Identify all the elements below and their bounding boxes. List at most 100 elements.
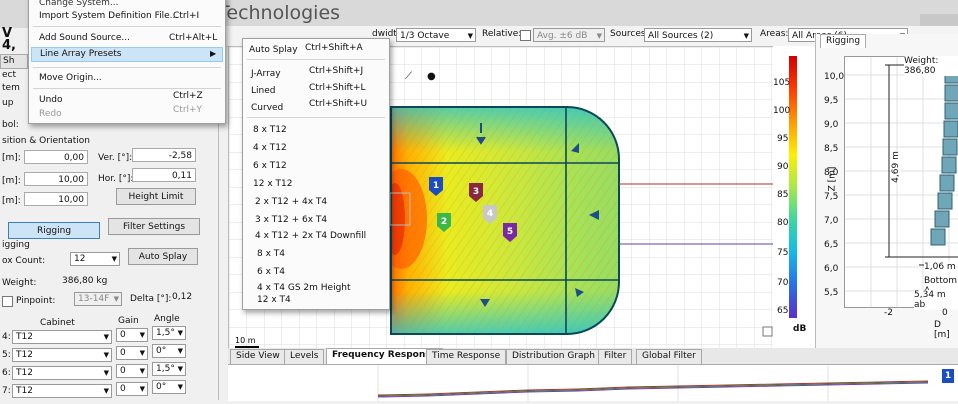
tab-distribution-graph[interactable]: Distribution Graph [506,349,601,365]
rigging-tab-label: Rigging [825,36,861,46]
box-count-value: 12 [74,254,86,264]
cabinet-value: T12 [16,386,33,396]
height-limit-button[interactable]: Height Limit [116,188,196,205]
side-tab[interactable]: Sh [0,54,28,69]
weight-value: 386,80 kg [62,276,108,286]
menu-item-preset[interactable]: 4 x T12 + 2x T4 Downfill [255,231,366,241]
position-y-field[interactable]: 10,00 [24,172,88,186]
menu-item-preset[interactable]: 6 x T12 [253,161,287,171]
menu-item-preset[interactable]: 4 x T4 GS 2m Height [257,283,351,293]
menu-item-preset[interactable]: 8 x T12 [253,125,287,135]
pinpoint-checkbox[interactable] [2,296,13,307]
delta-value: 0,12 [172,292,193,302]
menu-item-undo[interactable]: Undo [39,95,63,105]
row-index: 5: [2,350,11,360]
menu-separator [247,59,385,60]
menu-item-auto-splay[interactable]: Auto Splay [249,45,298,55]
gain-value: 0 [120,348,126,358]
angle-select[interactable]: 1,5° ▼ [152,326,186,340]
line-tool-icon[interactable]: ⟋ [405,71,412,82]
shortcut-undo: Ctrl+Z [173,91,203,101]
rigging-panel: Rigging Weight: 386,80 Z [m] 10,0 9,5 9,… [815,34,958,348]
header-bottom: 4, [2,38,16,53]
side-tab-label: Sh [3,56,15,66]
ver-label: Ver. [°]: [98,153,133,163]
rigging-button[interactable]: Rigging [8,222,100,239]
menu-item-preset[interactable]: 8 x T4 [257,249,285,259]
relative-checkbox[interactable] [520,30,531,41]
angle-header: Angle [154,314,180,324]
menu-separator [33,26,221,27]
avg-select[interactable]: Avg. ±6 dB ▼ [533,28,605,42]
depth-dimension: 1,06 m [924,262,956,272]
angle-select[interactable]: 0° ▼ [152,344,186,358]
box-count-label: ox Count: [2,256,46,266]
row-index: 6: [2,368,11,378]
tab-filter[interactable]: Filter [598,349,633,365]
menu-item-import-system[interactable]: Import System Definition File... [39,11,178,21]
y-tick: 6,0 [824,264,839,274]
menu-item-preset[interactable]: 12 x T12 [253,179,292,189]
colorbar-tick: 70 [777,278,789,288]
menu-item-preset[interactable]: 6 x T4 [257,267,285,277]
gain-select[interactable]: 0 ▼ [116,382,148,396]
angle-select[interactable]: 1,5° ▼ [152,362,186,376]
cabinet-value: T12 [16,350,33,360]
frequency-response-graph[interactable]: 1 [228,364,958,401]
menu-item-lined[interactable]: Lined [251,86,275,96]
source-marker-label: 4 [487,209,493,219]
weight-label: Weight: [2,278,37,288]
menu-item-move-origin[interactable]: Move Origin... [39,73,102,83]
gain-select[interactable]: 0 ▼ [116,364,148,378]
bandwidth-select[interactable]: 1/3 Octave ▼ [396,28,476,42]
pinpoint-label: Pinpoint: [16,296,56,306]
menu-item-change-system[interactable]: Change System... [39,0,118,8]
menu-item-line-array-presets[interactable]: Line Array Presets ▶ [31,47,223,62]
box-count-select[interactable]: 12 ▼ [70,252,120,266]
source-marker-label: 5 [507,227,513,237]
position-z-field[interactable]: 10,00 [24,192,88,206]
cabinet-select[interactable]: T12 ▼ [12,348,112,362]
tab-levels[interactable]: Levels [284,349,325,365]
row2-label: [m]: [2,176,21,186]
menu-item-preset[interactable]: 3 x T12 + 6x T4 [255,215,327,225]
position-x-field[interactable]: 0,00 [24,150,88,164]
source-marker[interactable]: 1 [942,369,954,383]
cabinet-select[interactable]: T12 ▼ [12,330,112,344]
marker-tool-icon[interactable]: ● [427,71,436,82]
menu-item-curved[interactable]: Curved [251,103,283,113]
app-title: Technologies [218,2,341,24]
colorbar-tick: 95 [777,134,789,144]
horizontal-angle-field[interactable]: 0,11 [132,168,196,182]
chevron-down-icon: ▼ [139,385,145,393]
angle-select[interactable]: 0° ▼ [152,380,186,394]
menu-item-preset[interactable]: 2 x T12 + 4x T4 [255,197,327,207]
y-tick: 9,0 [824,120,839,130]
pinpoint-select[interactable]: 13-14F ▼ [74,292,122,306]
row3-label: [m]: [2,196,21,206]
gain-select[interactable]: 0 ▼ [116,346,148,360]
cabinet-select[interactable]: T12 ▼ [12,384,112,398]
chevron-down-icon: ▼ [103,369,109,377]
vertical-angle-field[interactable]: -2,58 [132,148,196,162]
tab-global-filter[interactable]: Global Filter [636,349,702,365]
tab-side-view[interactable]: Side View [230,349,286,365]
row1-label: [m]: [2,153,21,163]
auto-splay-button[interactable]: Auto Splay [128,248,198,265]
y-tick: 8,0 [824,168,839,178]
sources-select[interactable]: All Sources (2) ▼ [644,28,752,42]
side-letter-3: up [2,98,14,108]
gain-header: Gain [118,316,139,326]
gain-select[interactable]: 0 ▼ [116,328,148,342]
menu-item-redo[interactable]: Redo [39,109,62,119]
cabinet-select[interactable]: T12 ▼ [12,366,112,380]
filter-settings-button[interactable]: Filter Settings [108,218,200,235]
menu-item-preset[interactable]: 4 x T12 [253,143,287,153]
menu-item-preset[interactable]: 12 x T4 [257,295,291,305]
menu-item-add-sound-source[interactable]: Add Sound Source... [39,33,130,43]
menu-item-j-array[interactable]: J-Array [251,69,281,79]
delta-label: Delta [°]: [130,294,172,304]
avg-value: Avg. ±6 dB [537,31,588,41]
tab-time-response[interactable]: Time Response [426,349,507,365]
rigging-tab[interactable]: Rigging [820,34,866,48]
